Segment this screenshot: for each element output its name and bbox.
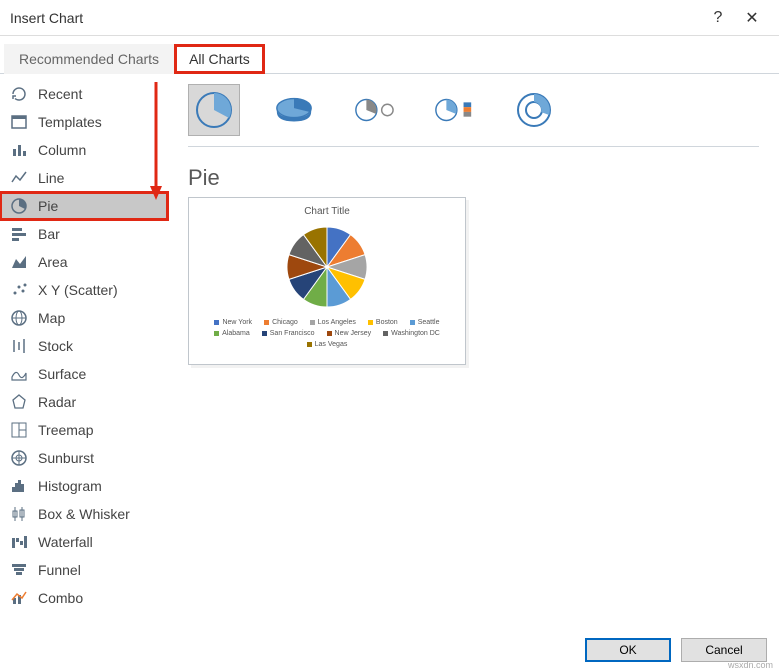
- sidebar-item-label: Box & Whisker: [38, 506, 130, 522]
- sidebar-item-label: Recent: [38, 86, 82, 102]
- sidebar-item-label: Funnel: [38, 562, 81, 578]
- sidebar-item-area[interactable]: Area: [0, 248, 168, 276]
- sidebar-item-funnel[interactable]: Funnel: [0, 556, 168, 584]
- divider: [188, 146, 759, 147]
- sidebar-item-histogram[interactable]: Histogram: [0, 472, 168, 500]
- ok-button[interactable]: OK: [585, 638, 671, 662]
- window-title: Insert Chart: [10, 10, 701, 26]
- sidebar-item-label: Templates: [38, 114, 102, 130]
- chart-preview[interactable]: Chart Title New YorkChicagoLos AngelesBo…: [188, 197, 466, 365]
- sidebar-item-sunburst[interactable]: Sunburst: [0, 444, 168, 472]
- sidebar-item-treemap[interactable]: Treemap: [0, 416, 168, 444]
- sunburst-icon: [8, 447, 30, 469]
- sidebar-item-label: Line: [38, 170, 64, 186]
- subtype-pie-of-pie[interactable]: [348, 84, 400, 136]
- watermark: wsxdn.com: [728, 660, 773, 670]
- stock-icon: [8, 335, 30, 357]
- cancel-button[interactable]: Cancel: [681, 638, 767, 662]
- subtype-3d-pie[interactable]: [268, 84, 320, 136]
- sidebar-item-pie[interactable]: Pie: [0, 192, 168, 220]
- dialog-footer: OK Cancel: [585, 638, 767, 662]
- sidebar-item-line[interactable]: Line: [0, 164, 168, 192]
- sidebar-item-label: Area: [38, 254, 68, 270]
- sidebar-item-bar[interactable]: Bar: [0, 220, 168, 248]
- chart-subtitle: Pie: [188, 165, 759, 191]
- line-icon: [8, 167, 30, 189]
- surface-icon: [8, 363, 30, 385]
- sidebar-item-surface[interactable]: Surface: [0, 360, 168, 388]
- area-icon: [8, 251, 30, 273]
- chart-type-sidebar: Recent Templates Column Line Pie Bar Are…: [0, 74, 168, 628]
- treemap-icon: [8, 419, 30, 441]
- column-icon: [8, 139, 30, 161]
- sidebar-item-label: Map: [38, 310, 65, 326]
- help-button[interactable]: ?: [701, 0, 735, 36]
- sidebar-item-label: Combo: [38, 590, 83, 606]
- chart-legend: New YorkChicagoLos AngelesBostonSeattleA…: [197, 319, 457, 348]
- map-icon: [8, 307, 30, 329]
- tab-bar: Recommended Charts All Charts: [0, 40, 779, 74]
- funnel-icon: [8, 559, 30, 581]
- sidebar-item-box-whisker[interactable]: Box & Whisker: [0, 500, 168, 528]
- tab-recommended[interactable]: Recommended Charts: [4, 44, 174, 74]
- waterfall-icon: [8, 531, 30, 553]
- sidebar-item-templates[interactable]: Templates: [0, 108, 168, 136]
- main-panel: Pie Chart Title New YorkChicagoLos Angel…: [168, 74, 779, 628]
- sidebar-item-column[interactable]: Column: [0, 136, 168, 164]
- bar-icon: [8, 223, 30, 245]
- close-button[interactable]: ✕: [735, 0, 769, 36]
- sidebar-item-label: Treemap: [38, 422, 94, 438]
- histogram-icon: [8, 475, 30, 497]
- scatter-icon: [8, 279, 30, 301]
- sidebar-item-label: Pie: [38, 198, 58, 214]
- subtype-doughnut[interactable]: [508, 84, 560, 136]
- preview-title: Chart Title: [197, 206, 457, 217]
- recent-icon: [8, 83, 30, 105]
- tab-all-charts[interactable]: All Charts: [174, 44, 265, 74]
- titlebar: Insert Chart ? ✕: [0, 0, 779, 36]
- sidebar-item-label: Column: [38, 142, 86, 158]
- sidebar-item-scatter[interactable]: X Y (Scatter): [0, 276, 168, 304]
- radar-icon: [8, 391, 30, 413]
- box-whisker-icon: [8, 503, 30, 525]
- sidebar-item-label: Histogram: [38, 478, 102, 494]
- sidebar-item-stock[interactable]: Stock: [0, 332, 168, 360]
- subtype-pie[interactable]: [188, 84, 240, 136]
- sidebar-item-radar[interactable]: Radar: [0, 388, 168, 416]
- combo-icon: [8, 587, 30, 609]
- sidebar-item-label: Sunburst: [38, 450, 94, 466]
- subtype-row: [188, 84, 759, 136]
- sidebar-item-label: Bar: [38, 226, 60, 242]
- pie-icon: [8, 195, 30, 217]
- sidebar-item-waterfall[interactable]: Waterfall: [0, 528, 168, 556]
- sidebar-item-recent[interactable]: Recent: [0, 80, 168, 108]
- sidebar-item-combo[interactable]: Combo: [0, 584, 168, 612]
- sidebar-item-label: Radar: [38, 394, 76, 410]
- subtype-bar-of-pie[interactable]: [428, 84, 480, 136]
- sidebar-item-label: Stock: [38, 338, 73, 354]
- sidebar-item-map[interactable]: Map: [0, 304, 168, 332]
- sidebar-item-label: X Y (Scatter): [38, 282, 118, 298]
- pie-chart-icon: [283, 223, 371, 311]
- templates-icon: [8, 111, 30, 133]
- sidebar-item-label: Waterfall: [38, 534, 93, 550]
- sidebar-item-label: Surface: [38, 366, 86, 382]
